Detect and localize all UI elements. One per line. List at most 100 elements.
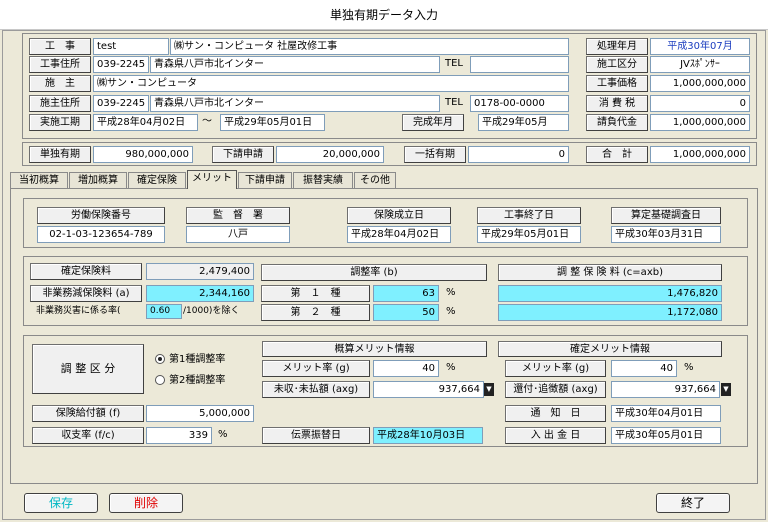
completion-label: 完成年月 [402, 114, 464, 131]
completion-field[interactable]: 平成29年05月 [478, 114, 569, 131]
delete-button[interactable]: 削除 [109, 493, 183, 513]
kubun-label: 調 整 区 分 [32, 344, 144, 394]
tel-label: TEL [445, 58, 463, 69]
higyomu-field[interactable]: 2,344,160 [146, 285, 254, 302]
radio-type2-label[interactable]: 第2種調整率 [169, 373, 259, 388]
kyufu-label: 保険給付額 (f) [32, 405, 144, 422]
nyushukkin-field[interactable]: 平成30年05月01日 [611, 427, 721, 444]
koji-code-field[interactable]: test [93, 38, 169, 55]
gaisan-percent: % [446, 362, 456, 373]
rodo-field[interactable]: 02-1-03-123654-789 [37, 226, 165, 243]
rate-header: 調整率 (b) [261, 264, 487, 281]
tab-kakutei-hoken[interactable]: 確定保険 [128, 172, 186, 189]
koji-name-field[interactable]: ㈱サン・コンピュータ 社屋改修工事 [170, 38, 569, 55]
type2-label: 第 ２ 種 [261, 304, 370, 321]
santei-label: 算定基礎調査日 [611, 207, 721, 224]
seiritsu-label: 保険成立日 [347, 207, 451, 224]
ukeoi-label: 請負代金 [586, 114, 648, 131]
shushi-percent: % [218, 429, 228, 440]
kakutei-merit-header: 確定メリット情報 [498, 341, 722, 357]
gaisan-rate-field[interactable]: 40 [373, 360, 439, 377]
shitauke-field: 20,000,000 [276, 146, 384, 163]
tel2-label: TEL [445, 97, 463, 108]
saigai-suffix: /1000)を除く [183, 306, 240, 316]
shori-label: 処理年月 [586, 38, 648, 55]
kakutei-hokenryo-field: 2,479,400 [146, 263, 254, 280]
goukei-label: 合 計 [586, 146, 648, 163]
seko-field[interactable]: JVｽﾎﾟﾝｻｰ [650, 56, 750, 73]
seshu-label: 施 主 [29, 75, 91, 92]
window-title: 単独有期データ入力 [0, 0, 768, 30]
shushi-field: 339 [146, 427, 212, 444]
type2-percent: % [446, 306, 456, 317]
saigai-rate-field[interactable]: 0.60 [146, 304, 182, 319]
tsuchi-label: 通 知 日 [505, 405, 606, 422]
tab-shitauke-shinsei[interactable]: 下請申請 [238, 172, 292, 189]
mishu-dropdown-icon[interactable]: ▼ [484, 383, 494, 396]
kakutei-rate-label: メリット率 (g) [505, 360, 606, 377]
period-tilde: 〜 [202, 116, 212, 127]
kyufu-field[interactable]: 5,000,000 [146, 405, 254, 422]
period-start-field[interactable]: 平成28年04月02日 [93, 114, 198, 131]
mishu-label: 未収･未払額 (axg) [262, 381, 370, 398]
radio-type2[interactable] [155, 375, 165, 385]
goukei-field: 1,000,000,000 [650, 146, 750, 163]
kanpu-dropdown-icon[interactable]: ▼ [721, 383, 731, 396]
type1-percent: % [446, 287, 456, 298]
shushi-label: 収支率 (f/c) [32, 427, 144, 444]
kanpu-field[interactable]: 937,664 [611, 381, 720, 398]
tandoku-label: 単独有期 [29, 146, 91, 163]
koji-label: 工 事 [29, 38, 91, 55]
type2-rate-field[interactable]: 50 [373, 304, 439, 321]
kakutei-percent: % [684, 362, 694, 373]
koji-address-field[interactable]: 青森県八戸市北インター [150, 56, 440, 73]
kanpu-label: 還付･追徴額 (axg) [505, 381, 606, 398]
tab-zoka-gaisan[interactable]: 増加概算 [69, 172, 127, 189]
higyomu-label: 非業務減保険料 (a) [30, 285, 142, 302]
period-label: 実施工期 [29, 114, 91, 131]
radio-type1-label[interactable]: 第1種調整率 [169, 352, 259, 367]
ikkatsu-field: 0 [468, 146, 569, 163]
rodo-label: 労働保険番号 [37, 207, 165, 224]
type1-label: 第 １ 種 [261, 285, 370, 302]
kakutei-hokenryo-label: 確定保険料 [30, 263, 142, 280]
seshu-zip-field[interactable]: 039-2245 [93, 95, 149, 112]
tax-field[interactable]: 0 [650, 95, 750, 112]
seshu-tel-field[interactable]: 0178-00-0000 [470, 95, 569, 112]
kantoku-field[interactable]: 八戸 [186, 226, 290, 243]
seshu-name-field[interactable]: ㈱サン・コンピュータ [93, 75, 569, 92]
save-button[interactable]: 保存 [24, 493, 98, 513]
shori-field[interactable]: 平成30年07月 [650, 38, 750, 55]
tandoku-field: 980,000,000 [93, 146, 193, 163]
period-end-field[interactable]: 平成29年05月01日 [220, 114, 325, 131]
santei-field[interactable]: 平成30年03月31日 [611, 226, 721, 243]
tab-furikae-jisseki[interactable]: 振替実績 [293, 172, 353, 189]
hokenryo2-field: 1,172,080 [498, 304, 722, 321]
type1-rate-field[interactable]: 63 [373, 285, 439, 302]
seshu-address-label: 施主住所 [29, 95, 91, 112]
tab-merit[interactable]: メリット [187, 170, 237, 189]
radio-type1[interactable] [155, 354, 165, 364]
shuryo-label: 工事終了日 [477, 207, 581, 224]
koji-zip-field[interactable]: 039-2245 [93, 56, 149, 73]
kantoku-label: 監 督 署 [186, 207, 290, 224]
seshu-address-field[interactable]: 青森県八戸市北インター [150, 95, 440, 112]
denpyo-label: 伝票振替日 [262, 427, 370, 444]
seiritsu-field[interactable]: 平成28年04月02日 [347, 226, 451, 243]
koji-tel-field[interactable] [470, 56, 569, 73]
shuryo-field[interactable]: 平成29年05月01日 [477, 226, 581, 243]
tsuchi-field[interactable]: 平成30年04月01日 [611, 405, 721, 422]
saigai-label: 非業務災害に係る率( [36, 306, 121, 316]
close-button[interactable]: 終了 [656, 493, 730, 513]
ikkatsu-label: 一括有期 [404, 146, 466, 163]
kakaku-label: 工事価格 [586, 75, 648, 92]
hokenryo1-field: 1,476,820 [498, 285, 722, 302]
tab-sonota[interactable]: その他 [354, 172, 396, 189]
kakutei-rate-field[interactable]: 40 [611, 360, 677, 377]
mishu-field[interactable]: 937,664 [373, 381, 484, 398]
kakaku-field[interactable]: 1,000,000,000 [650, 75, 750, 92]
shitauke-label: 下請申請 [212, 146, 274, 163]
ukeoi-field[interactable]: 1,000,000,000 [650, 114, 750, 131]
denpyo-field[interactable]: 平成28年10月03日 [373, 427, 483, 444]
tab-tosho-gaisan[interactable]: 当初概算 [10, 172, 68, 189]
